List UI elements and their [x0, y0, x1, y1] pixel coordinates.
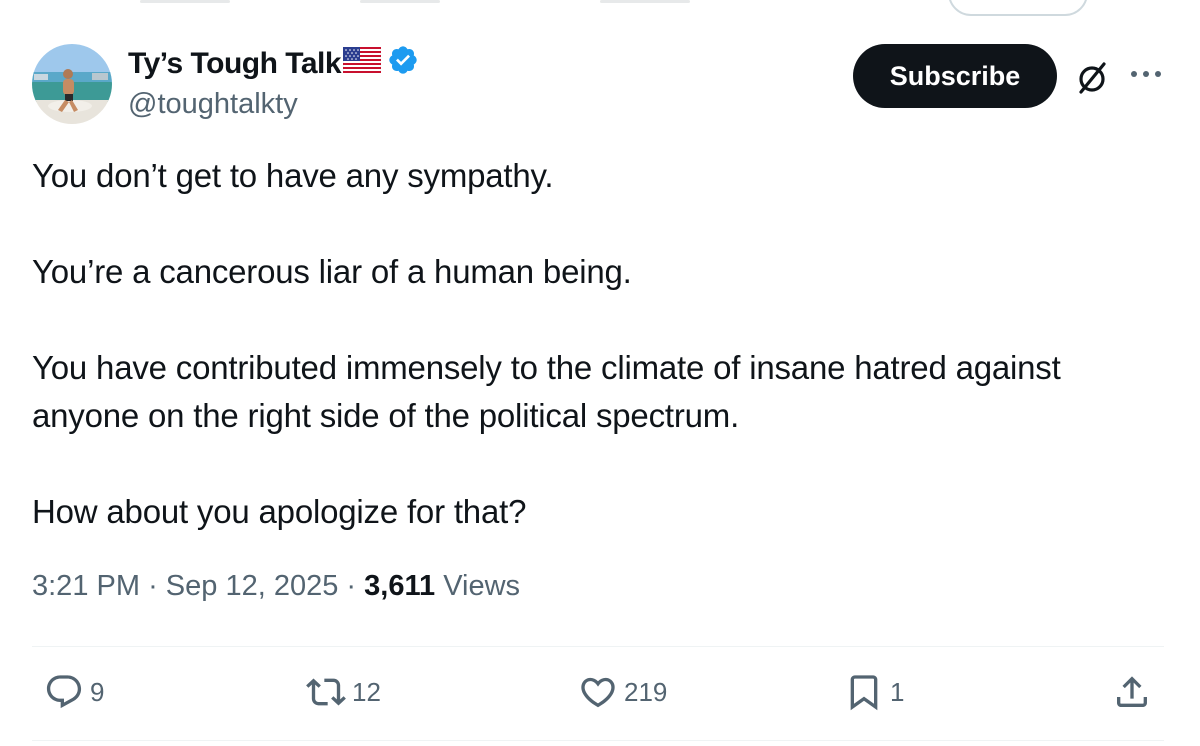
remnant-button [948, 0, 1088, 16]
views-label: Views [443, 570, 521, 602]
display-name-text: Ty’s Tough Talk [128, 47, 342, 80]
grok-icon[interactable] [1072, 58, 1112, 98]
like-count: 219 [624, 676, 668, 707]
author-handle[interactable]: @toughtalkty [128, 88, 298, 121]
action-bar: 9 12 219 1 [32, 648, 1164, 738]
avatar-photo [32, 44, 112, 124]
remnant-line [360, 0, 440, 3]
avatar[interactable] [32, 44, 112, 124]
bookmark-icon [850, 675, 878, 711]
heart-icon [581, 677, 615, 708]
tweet-text: You don’t get to have any sympathy. You’… [32, 152, 1172, 536]
tweet-paragraph: You don’t get to have any sympathy. [32, 157, 554, 194]
meta-separator: · [148, 570, 158, 602]
tweet-date[interactable]: Sep 12, 2025 [166, 570, 339, 602]
meta-separator: · [346, 570, 357, 602]
subscribe-button[interactable]: Subscribe [853, 44, 1057, 108]
bookmark-button[interactable]: 1 [844, 672, 904, 712]
share-icon [1117, 676, 1147, 707]
repost-button[interactable]: 12 [306, 672, 381, 712]
like-button[interactable]: 219 [578, 672, 667, 712]
remnant-line [140, 0, 230, 3]
tweet-paragraph: You have contributed immensely to the cl… [32, 349, 1061, 434]
share-button[interactable] [1112, 672, 1152, 712]
more-icon[interactable] [1128, 62, 1164, 86]
tweet-metadata: 3:21 PM · Sep 12, 2025 · 3,611 Views [32, 570, 520, 603]
repost-icon [306, 678, 346, 706]
tweet-time[interactable]: 3:21 PM [32, 570, 140, 602]
repost-count: 12 [352, 676, 381, 707]
divider [32, 646, 1164, 647]
us-flag-icon [342, 46, 382, 81]
previous-tweet-remnant [0, 0, 1200, 20]
reply-count: 9 [90, 676, 105, 707]
bookmark-count: 1 [890, 676, 905, 707]
views-count: 3,611 [364, 570, 436, 602]
author-display-name[interactable]: Ty’s Tough Talk [128, 44, 419, 84]
reply-button[interactable]: 9 [44, 672, 104, 712]
tweet-paragraph: How about you apologize for that? [32, 493, 527, 530]
verified-badge-icon[interactable] [387, 44, 419, 84]
remnant-line [600, 0, 690, 3]
tweet-paragraph: You’re a cancerous liar of a human being… [32, 253, 632, 290]
divider [32, 740, 1164, 741]
reply-icon [46, 675, 82, 709]
